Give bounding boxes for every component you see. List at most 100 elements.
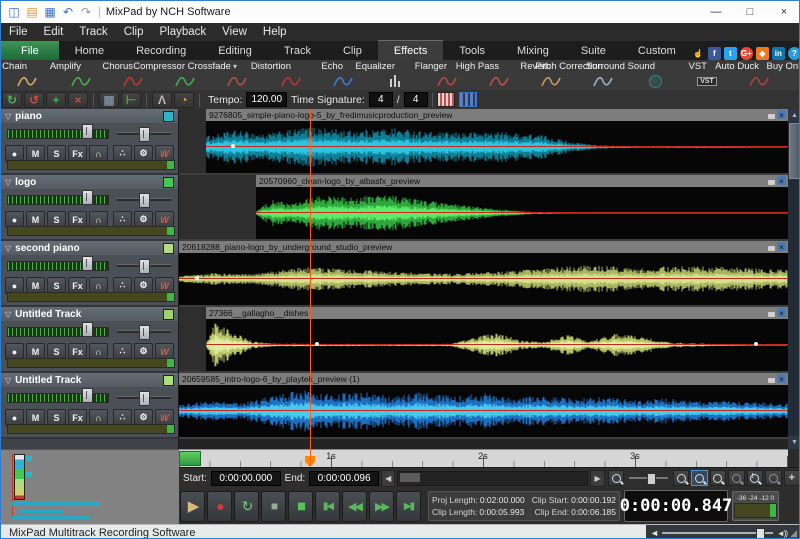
mixer-view-icon[interactable]	[459, 92, 477, 107]
playhead-line[interactable]	[310, 109, 311, 466]
clip-marker-dot[interactable]	[231, 144, 235, 148]
volume-slider[interactable]	[7, 327, 109, 337]
ribbon-distortion-button[interactable]: Distortion	[265, 60, 317, 90]
snap-icon[interactable]: ⊢	[121, 92, 141, 108]
clip-marker-dot[interactable]	[195, 276, 199, 280]
clip-title-bar[interactable]: 9276805_simple-piano-logo-5_by_fredimusi…	[206, 109, 788, 121]
google-plus-icon[interactable]: G+	[740, 47, 753, 60]
ribbon-equalizer-button[interactable]: Equalizer	[369, 60, 421, 90]
collapse-chevron-icon[interactable]: ▽	[5, 112, 11, 121]
vertical-scroll-thumb[interactable]	[789, 123, 800, 179]
audio-clip[interactable]: 27366__gallagho__dishes×	[206, 307, 788, 371]
collapse-chevron-icon[interactable]: ▽	[5, 310, 11, 319]
scroll-up-icon[interactable]: ▲	[788, 109, 800, 122]
zoom-one-button[interactable]: !	[747, 470, 763, 486]
menu-view[interactable]: View	[214, 23, 255, 41]
play-button[interactable]: ▶	[180, 491, 205, 522]
scroll-right-icon[interactable]: ▶	[590, 470, 605, 487]
collapse-chevron-icon[interactable]: ▽	[5, 244, 11, 253]
loop-button[interactable]: ↻	[234, 491, 259, 522]
zoom-slider-handle[interactable]	[647, 473, 656, 485]
track-title-bar[interactable]: ▽Untitled Track	[1, 373, 178, 387]
zoom-selection-button[interactable]	[691, 470, 707, 486]
delete-track-icon[interactable]: ×	[68, 92, 88, 108]
metronome-icon[interactable]: Λ	[152, 92, 172, 108]
tab-custom[interactable]: Custom	[622, 41, 692, 60]
go-to-start-button[interactable]: ▮◀	[315, 491, 340, 522]
volume-handle[interactable]	[82, 190, 93, 205]
like-icon[interactable]: ☝	[692, 47, 705, 60]
volume-slider-handle[interactable]	[756, 528, 765, 539]
ribbon-effect-chain-button[interactable]: Effect Chain	[1, 60, 53, 90]
pan-handle[interactable]	[139, 259, 150, 274]
close-clip-icon[interactable]: ×	[777, 110, 786, 119]
tab-suite[interactable]: Suite	[565, 41, 622, 60]
zoom-in-button[interactable]	[673, 470, 689, 486]
menu-playback[interactable]: Playback	[152, 23, 215, 41]
tab-home[interactable]: Home	[59, 41, 120, 60]
zoom-fit-button[interactable]	[728, 470, 744, 486]
track-color-chip[interactable]	[163, 243, 174, 254]
clip-edit-icon[interactable]: ▦	[99, 92, 119, 108]
track-lane-3[interactable]: 20618288_piano-logo_by_underground_studi…	[179, 241, 788, 307]
add-track-icon[interactable]: +	[46, 92, 66, 108]
clip-marker-dot[interactable]	[754, 342, 758, 346]
open-icon[interactable]: ▤	[24, 5, 40, 20]
start-time-field[interactable]: 0:00:00.000	[211, 471, 281, 486]
lock-icon[interactable]	[768, 114, 775, 119]
ribbon-buy-online-button[interactable]: Buy Online	[787, 60, 800, 90]
tab-tools[interactable]: Tools	[443, 41, 501, 60]
track-color-chip[interactable]	[163, 177, 174, 188]
volume-handle[interactable]	[82, 322, 93, 337]
volume-slider[interactable]	[7, 129, 109, 139]
track-title-bar[interactable]: ▽logo	[1, 175, 178, 189]
track-title-bar[interactable]: ▽second piano	[1, 241, 178, 255]
audio-clip[interactable]: 20570960_clean-logo_by_albasfx_preview×	[256, 175, 788, 239]
ribbon-surround-sound-button[interactable]: Surround Sound	[629, 60, 681, 90]
ribbon-amplify-button[interactable]: Amplify	[55, 60, 107, 90]
save-chain-icon[interactable]: ↺	[24, 92, 44, 108]
timesig-numerator-field[interactable]: 4	[369, 92, 393, 107]
track-color-chip[interactable]	[163, 375, 174, 386]
zoom-project-button[interactable]	[710, 470, 726, 486]
clip-title-bar[interactable]: 20659585_intro-logo-6_by_playtek_preview…	[179, 373, 788, 385]
load-chain-icon[interactable]: ↻	[2, 92, 22, 108]
record-button[interactable]: ●	[207, 491, 232, 522]
collapse-chevron-icon[interactable]: ▽	[5, 178, 11, 187]
undo-icon[interactable]: ↶	[60, 5, 76, 20]
stop-button[interactable]: ■	[261, 491, 286, 522]
rewind-button[interactable]: ◀◀	[342, 491, 367, 522]
menu-file[interactable]: File	[1, 23, 36, 41]
lock-icon[interactable]	[768, 378, 775, 383]
tab-file[interactable]: File	[1, 41, 59, 60]
clip-title-bar[interactable]: 20570960_clean-logo_by_albasfx_preview×	[256, 175, 788, 187]
fast-forward-button[interactable]: ▶▶	[369, 491, 394, 522]
close-clip-icon[interactable]: ×	[777, 308, 786, 317]
lock-icon[interactable]	[768, 180, 775, 185]
audio-clip[interactable]: 20618288_piano-logo_by_underground_studi…	[179, 241, 788, 305]
piano-roll-view-icon[interactable]	[437, 92, 455, 107]
tab-track[interactable]: Track	[268, 41, 327, 60]
facebook-icon[interactable]: f	[708, 47, 721, 60]
clip-marker-dot[interactable]	[315, 342, 319, 346]
twitter-icon[interactable]: t	[724, 47, 737, 60]
timesig-denominator-field[interactable]: 4	[404, 92, 428, 107]
pause-button[interactable]: ▮▮	[288, 491, 313, 522]
pan-slider[interactable]	[117, 396, 171, 399]
pan-handle[interactable]	[139, 391, 150, 406]
minimize-button[interactable]: —	[699, 1, 733, 23]
tab-effects[interactable]: Effects	[378, 40, 443, 60]
help-icon[interactable]: ?	[788, 47, 800, 60]
tab-editing[interactable]: Editing	[202, 41, 268, 60]
track-lane-2[interactable]: 20570960_clean-logo_by_albasfx_preview×	[179, 175, 788, 241]
pan-handle[interactable]	[139, 193, 150, 208]
pan-slider[interactable]	[117, 330, 171, 333]
scroll-left-icon[interactable]: ◀	[381, 470, 396, 487]
volume-handle[interactable]	[82, 388, 93, 403]
save-icon[interactable]: ▦	[42, 5, 58, 20]
collapse-chevron-icon[interactable]: ▽	[5, 376, 11, 385]
app-icon[interactable]: ◫	[6, 5, 22, 20]
track-lane-4[interactable]: 27366__gallagho__dishes×	[179, 307, 788, 373]
lock-icon[interactable]	[768, 246, 775, 251]
close-button[interactable]: ×	[767, 1, 800, 23]
